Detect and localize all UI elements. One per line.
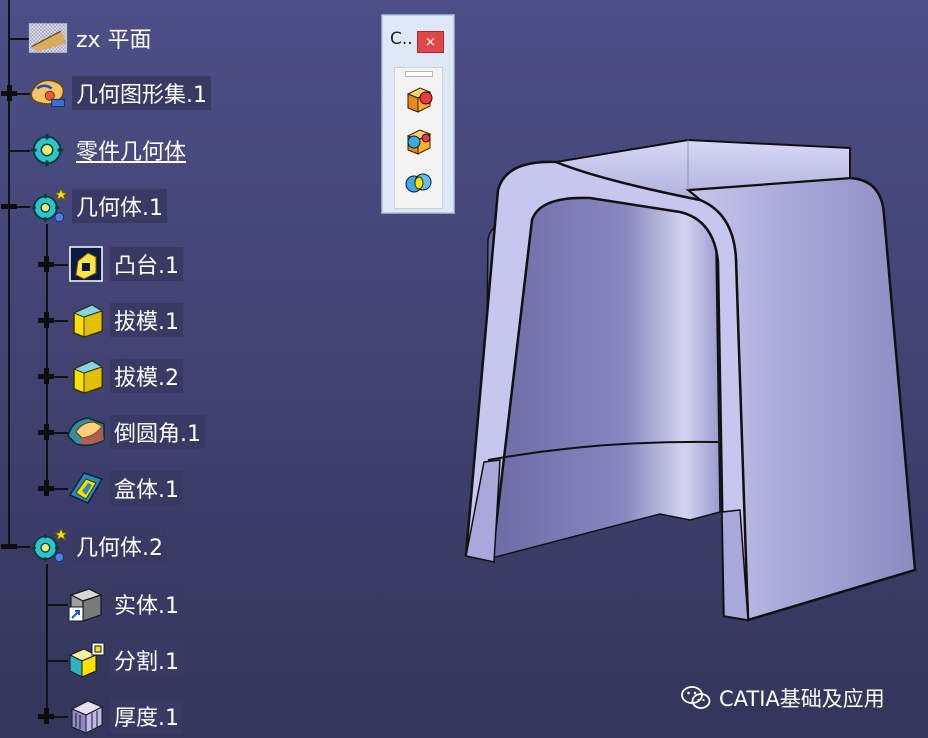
plane-icon [28,18,68,58]
close-icon: × [425,34,436,50]
geometrical-set-icon [28,73,68,113]
expand-icon[interactable] [1,85,17,101]
3d-model-viewport[interactable] [440,120,928,630]
tree-connector [8,150,30,152]
tree-connector [46,564,48,718]
expand-icon[interactable] [38,424,54,440]
tree-item-solid-1[interactable]: 实体.1 [66,587,183,622]
tree-item-label: 几何图形集.1 [72,76,211,110]
part-body-icon [28,130,68,170]
tree-item-geometrical-set[interactable]: 几何图形集.1 [28,76,211,110]
tree-item-label: zx 平面 [76,28,152,53]
collapse-icon[interactable] [1,538,17,554]
tree-item-split-1[interactable]: 分割.1 [66,642,183,678]
tree-connector [8,38,30,40]
tree-connector [46,660,68,662]
tree-item-label: 倒圆角.1 [110,415,205,449]
body-icon [28,526,68,566]
boolean-remove-icon [406,129,432,155]
expand-icon[interactable] [38,480,54,496]
thickness-icon [66,696,106,736]
tree-item-draft-2[interactable]: 拔模.2 [66,359,183,394]
draft-icon [66,356,106,396]
close-button[interactable]: × [417,31,444,53]
tree-item-label: 零件几何体 [76,140,187,165]
intersect-button[interactable] [402,166,436,200]
tree-item-label: 分割.1 [110,643,183,677]
tree-item-zx-plane[interactable]: zx 平面 [28,22,156,54]
shell-icon [66,468,106,508]
tree-item-body-1[interactable]: 几何体.1 [28,187,167,223]
tree-item-label: 几何体.1 [72,189,167,223]
specification-tree: zx 平面 几何图形集.1 零件几何体 几何体.1 凸台.1 拔模.1 拔模.2… [0,0,330,738]
tree-item-draft-1[interactable]: 拔模.1 [66,303,183,338]
pad-icon [66,244,106,284]
tree-item-body-2[interactable]: 几何体.2 [28,527,167,563]
tree-item-label: 拔模.2 [110,359,183,393]
tree-item-thickness-1[interactable]: 厚度.1 [66,699,183,734]
expand-icon[interactable] [38,312,54,328]
add-button[interactable] [402,82,436,116]
remove-button[interactable] [402,124,436,158]
tree-item-label: 几何体.2 [72,529,167,563]
tree-item-label: 拔模.1 [110,303,183,337]
draft-icon [66,300,106,340]
wechat-icon [681,686,711,709]
tree-item-pad-1[interactable]: 凸台.1 [66,246,183,282]
solid-icon [66,584,106,624]
split-icon [66,640,106,680]
boolean-intersect-icon [405,173,432,193]
body-icon [28,186,68,226]
toolbar-grip[interactable] [405,71,433,77]
expand-icon[interactable] [38,368,54,384]
tree-item-shell-1[interactable]: 盒体.1 [66,471,183,505]
tree-item-label: 凸台.1 [110,247,183,281]
collapse-icon[interactable] [1,198,17,214]
watermark: CATIA基础及应用 [681,683,885,713]
tree-item-label: 厚度.1 [110,699,183,733]
expand-icon[interactable] [38,708,54,724]
watermark-text: CATIA基础及应用 [719,687,885,711]
toolbar-panel [394,67,443,209]
tree-item-label: 实体.1 [110,587,183,621]
tree-item-label: 盒体.1 [110,471,183,505]
tree-connector [46,604,68,606]
edge-fillet-icon [66,412,106,452]
tree-item-edge-fillet-1[interactable]: 倒圆角.1 [66,415,205,449]
expand-icon[interactable] [38,256,54,272]
tree-item-part-body[interactable]: 零件几何体 [28,133,190,167]
toolbar-title: C.. [390,29,413,49]
tree-connector [8,0,10,548]
boolean-add-icon [406,87,433,113]
